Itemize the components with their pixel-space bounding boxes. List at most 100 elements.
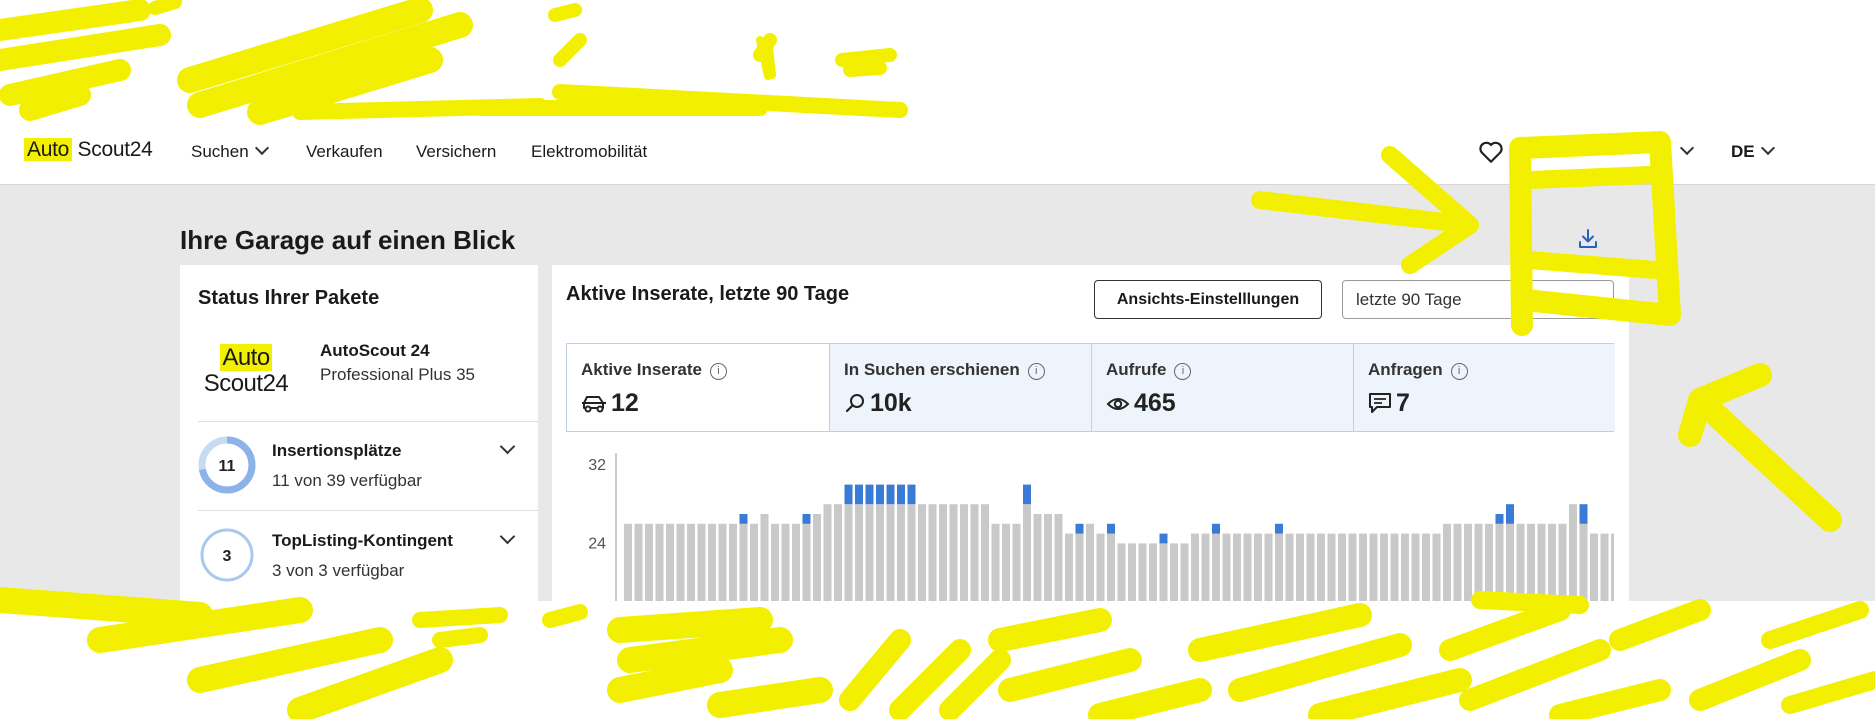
chart-bar[interactable] [897,504,905,601]
download-icon[interactable] [1576,227,1600,251]
chart-bar[interactable] [697,523,706,601]
chart-bar[interactable] [1044,514,1052,601]
chart-bar-highlight[interactable] [897,484,905,505]
chart-bar[interactable] [1138,543,1147,601]
chart-bar[interactable] [1380,533,1388,601]
chart-bar[interactable] [1495,523,1504,601]
chart-bar[interactable] [1548,523,1556,601]
chart-bar[interactable] [1107,533,1115,601]
chart-bar-highlight[interactable] [855,484,863,505]
chart-bar[interactable] [1327,533,1336,601]
site-logo[interactable]: Auto Scout24 [24,138,153,162]
chart-bar[interactable] [1590,533,1598,601]
chart-bar[interactable] [876,504,884,601]
chart-bar-highlight[interactable] [1275,523,1283,534]
chart-bar-highlight[interactable] [1495,514,1504,524]
chart-bar[interactable] [991,523,1000,601]
chart-bar[interactable] [813,514,821,601]
date-range-select[interactable]: letzte 90 Tage [1342,280,1614,319]
chart-bar[interactable] [1180,543,1189,601]
info-icon[interactable]: i [709,363,727,380]
chart-bar[interactable] [1390,533,1399,601]
nav-elektromobilitaet[interactable]: Elektromobilität [531,142,647,162]
chart-bar[interactable] [1464,523,1472,601]
info-icon[interactable]: i [1450,363,1468,380]
chart-bar[interactable] [834,504,842,601]
chevron-down-icon[interactable] [499,438,516,455]
chart-bar[interactable] [823,504,832,601]
chart-bar-highlight[interactable] [865,484,874,505]
chart-bar[interactable] [844,504,853,601]
kpi-active-listings[interactable]: Aktive Inserate i 12 [567,344,829,431]
chart-bar[interactable] [1023,504,1031,601]
chart-bar[interactable] [1117,543,1126,601]
chart-bar[interactable] [1485,523,1493,601]
chart-bar[interactable] [1611,533,1614,601]
nav-verkaufen[interactable]: Verkaufen [306,142,383,162]
chart-bar[interactable] [1401,533,1409,601]
chart-bar[interactable] [1296,533,1304,601]
view-settings-button[interactable]: Ansichts-Einstelllungen [1094,280,1322,319]
language-select[interactable]: DE [1731,140,1775,162]
chart-bar[interactable] [1201,533,1210,601]
chart-bar[interactable] [676,523,685,601]
chart-bar[interactable] [1569,504,1577,601]
chart-bar[interactable] [1002,523,1010,601]
chart-bar-highlight[interactable] [802,514,811,524]
chart-bar[interactable] [886,504,895,601]
chart-bar[interactable] [1012,523,1021,601]
chart-bar[interactable] [802,523,811,601]
chart-bar[interactable] [1338,533,1346,601]
chart-bar[interactable] [1422,533,1430,601]
chart-bar[interactable] [1191,533,1199,601]
chart-bar[interactable] [781,523,790,601]
chart-bar[interactable] [1054,514,1063,601]
chart-bar[interactable] [1149,543,1157,601]
chart-bar[interactable] [1600,533,1609,601]
chart-bar[interactable] [729,523,737,601]
chart-bar[interactable] [1212,533,1220,601]
chart-bar[interactable] [645,523,653,601]
chart-bar[interactable] [1233,533,1241,601]
chart-bar[interactable] [1264,533,1273,601]
chart-bar[interactable] [855,504,863,601]
chart-bar[interactable] [1359,533,1367,601]
chart-bar-highlight[interactable] [876,484,884,505]
chart-bar[interactable] [1285,533,1294,601]
nav-suchen[interactable]: Suchen [191,140,269,162]
chart-bar[interactable] [939,504,947,601]
chart-bar[interactable] [1222,533,1231,601]
chart-bar[interactable] [1096,533,1105,601]
kpi-views[interactable]: Aufrufe i 465 [1091,344,1353,431]
chart-bar[interactable] [960,504,968,601]
chart-bar[interactable] [981,504,989,601]
chart-bar-highlight[interactable] [1212,523,1220,534]
chart-bar-highlight[interactable] [844,484,853,505]
chart-bar[interactable] [1443,523,1451,601]
chart-bar[interactable] [1537,523,1546,601]
chart-bar[interactable] [918,504,926,601]
chart-bar-highlight[interactable] [1107,523,1115,534]
chart-bar[interactable] [1075,533,1084,601]
chart-bar[interactable] [1506,523,1514,601]
chart-bar[interactable] [718,523,727,601]
chart-bar-highlight[interactable] [1579,504,1588,524]
heart-icon[interactable] [1478,140,1504,164]
chart-bar[interactable] [750,523,758,601]
account-menu[interactable]: L [1656,140,1695,162]
chart-bar[interactable] [1453,523,1462,601]
chart-bar[interactable] [1065,533,1073,601]
chart-bar-highlight[interactable] [886,484,895,505]
chart-bar[interactable] [1086,523,1094,601]
info-icon[interactable]: i [1174,363,1192,380]
chart-bar[interactable] [949,504,958,601]
info-icon[interactable]: i [1027,363,1045,380]
chart-bar[interactable] [760,514,769,601]
chart-bar-highlight[interactable] [907,484,916,505]
chart-bar[interactable] [655,523,664,601]
chart-bar[interactable] [1275,533,1283,601]
chart-bar[interactable] [624,523,632,601]
chart-bar[interactable] [1159,543,1168,601]
chart-bar[interactable] [1306,533,1315,601]
chart-bar[interactable] [1033,514,1042,601]
